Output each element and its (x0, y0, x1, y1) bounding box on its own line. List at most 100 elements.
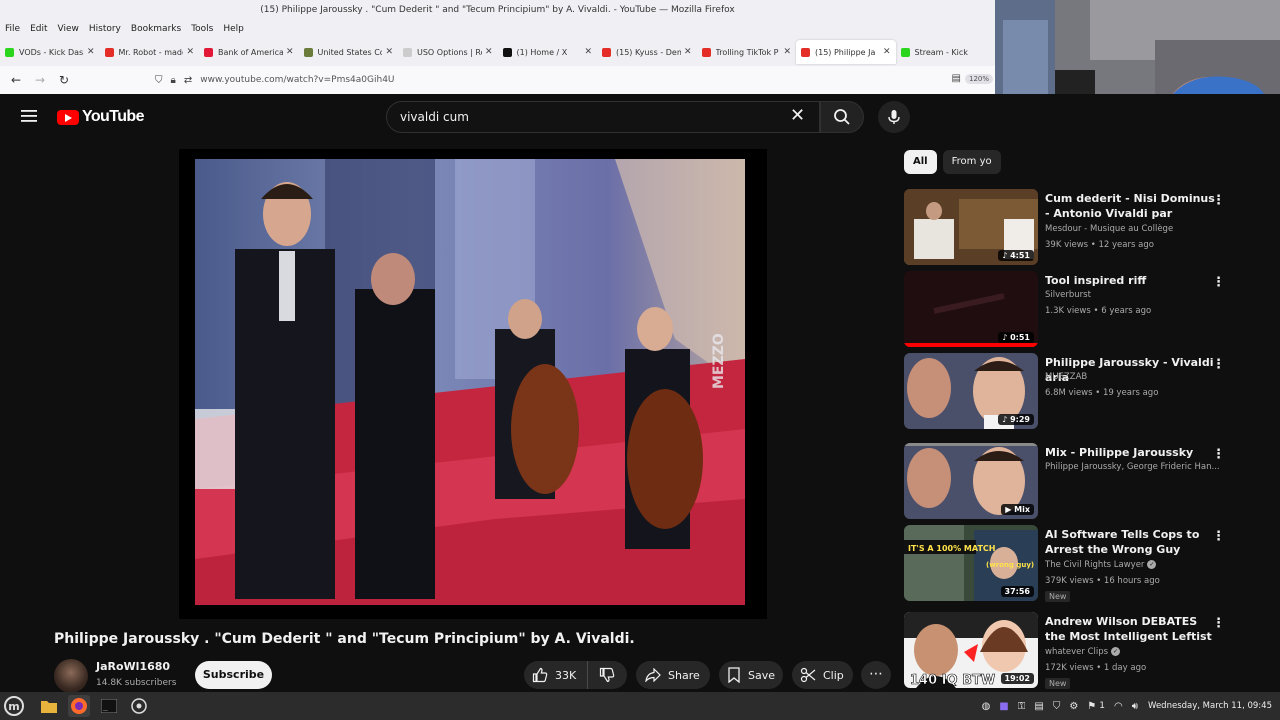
video-player[interactable]: MEZZO (179, 149, 767, 619)
folder-icon[interactable] (38, 695, 60, 717)
menu-view[interactable]: View (53, 20, 84, 38)
more-vertical-icon[interactable]: ⋮ (1212, 529, 1225, 544)
search-input[interactable]: vivaldi cum (386, 101, 820, 133)
recommendation-item[interactable]: 140 IQ BTW 19:02 Andrew Wilson DEBATES t… (904, 612, 1234, 692)
video-thumbnail[interactable]: 140 IQ BTW 19:02 (904, 612, 1038, 688)
close-icon[interactable]: ✕ (286, 47, 294, 57)
browser-tab[interactable]: (1) Home / X ✕ (498, 40, 598, 64)
chip-all[interactable]: All (904, 150, 937, 174)
hamburger-menu-icon[interactable] (20, 107, 38, 125)
volume-icon[interactable]: 🔊︎ (1132, 701, 1138, 712)
recommendation-title[interactable]: Andrew Wilson DEBATES the Most Intellige… (1045, 614, 1215, 644)
close-icon[interactable]: ✕ (684, 47, 692, 57)
recommendation-channel[interactable]: Philippe Jaroussky, George Frideric Han.… (1045, 462, 1220, 472)
video-thumbnail[interactable]: ▶ Mix (904, 443, 1038, 519)
zoom-level[interactable]: 120% (964, 74, 993, 84)
close-icon[interactable]: ✕ (485, 47, 493, 57)
recommendation-item[interactable]: ▶ Mix Mix - Philippe Jaroussky Philippe … (904, 443, 1234, 523)
dislike-button[interactable] (588, 667, 626, 683)
save-button[interactable]: Save (719, 661, 783, 689)
chip-from-channel[interactable]: From yo (942, 150, 1001, 174)
url-bar[interactable]: ⛉ 🔒︎ ⇄ www.youtube.com/watch?v=Pms4a0Gih… (155, 70, 935, 90)
recommendation-title[interactable]: Mix - Philippe Jaroussky (1045, 445, 1215, 460)
recommendation-channel[interactable]: Mesdour - Musique au Collège (1045, 224, 1220, 234)
menu-help[interactable]: Help (218, 20, 249, 38)
terminal-icon[interactable]: _ (98, 695, 120, 717)
shield-icon[interactable]: ⛉ (155, 75, 163, 86)
menu-file[interactable]: File (0, 20, 25, 38)
menu-bookmarks[interactable]: Bookmarks (126, 20, 186, 38)
close-icon[interactable]: ✕ (87, 47, 95, 57)
browser-tab[interactable]: Trolling TikTok P ✕ (697, 40, 797, 64)
close-icon[interactable]: ✕ (584, 47, 592, 57)
more-actions-icon[interactable]: ⋯ (861, 661, 891, 689)
share-button[interactable]: Share (636, 661, 710, 689)
video-thumbnail[interactable]: ♪ 0:51 (904, 271, 1038, 347)
video-thumbnail[interactable]: IT'S A 100% MATCH (wrong guy) 37:56 (904, 525, 1038, 601)
permissions-icon[interactable]: ⇄ (184, 75, 192, 86)
more-vertical-icon[interactable]: ⋮ (1212, 193, 1225, 208)
recommendation-channel[interactable]: Silverburst (1045, 290, 1220, 300)
browser-tab[interactable]: VODs - Kick Dash ✕ (0, 40, 100, 64)
clock[interactable]: Wednesday, March 11, 09:45 (1148, 701, 1272, 711)
url-text[interactable]: www.youtube.com/watch?v=Pms4a0Gih4U (200, 75, 394, 85)
recommendation-item[interactable]: ♪ 0:51 Tool inspired riff Silverburst 1.… (904, 271, 1234, 351)
video-thumbnail[interactable]: ♪ 9:29 (904, 353, 1038, 429)
close-icon[interactable]: ✕ (186, 47, 194, 57)
recommendation-item[interactable]: IT'S A 100% MATCH (wrong guy) 37:56 AI S… (904, 525, 1234, 605)
close-icon[interactable]: ✕ (783, 47, 791, 57)
youtube-logo[interactable]: YouTube (57, 108, 144, 126)
more-vertical-icon[interactable]: ⋮ (1212, 275, 1225, 290)
recommendation-channel[interactable]: whatever Clips ✓ (1045, 647, 1220, 657)
browser-tab[interactable]: Mr. Robot - made ✕ (100, 40, 200, 64)
more-vertical-icon[interactable]: ⋮ (1212, 616, 1225, 631)
close-icon[interactable]: ✕ (883, 47, 891, 57)
more-vertical-icon[interactable]: ⋮ (1212, 357, 1225, 372)
subscribe-button[interactable]: Subscribe (195, 661, 272, 689)
firefox-icon[interactable] (68, 695, 90, 717)
close-icon[interactable]: ✕ (385, 47, 393, 57)
clip-button[interactable]: Clip (792, 661, 853, 689)
search-button[interactable] (820, 101, 864, 133)
channel-avatar[interactable] (54, 659, 88, 693)
menu-tools[interactable]: Tools (186, 20, 218, 38)
voice-search-button[interactable] (878, 101, 910, 133)
start-menu-icon[interactable]: m (4, 696, 24, 716)
reload-icon[interactable]: ↻ (52, 73, 76, 87)
notification-icon[interactable]: ⚑ (1087, 701, 1096, 712)
browser-tab[interactable]: United States Co ✕ (299, 40, 399, 64)
wifi-icon[interactable]: ◠ (1114, 701, 1123, 712)
clear-search-icon[interactable]: ✕ (790, 104, 805, 128)
menu-edit[interactable]: Edit (25, 20, 52, 38)
reader-view-icon[interactable]: ▤ (952, 73, 961, 84)
more-vertical-icon[interactable]: ⋮ (1212, 447, 1225, 462)
browser-tab[interactable]: Bank of America ✕ (199, 40, 299, 64)
browser-tab-active[interactable]: (15) Philippe Ja ✕ (796, 40, 896, 64)
shield-tray-icon[interactable]: ⛉ (1053, 701, 1061, 712)
browser-tab[interactable]: Stream - Kick (896, 40, 996, 64)
back-arrow-icon[interactable]: ← (4, 73, 28, 87)
video-frame[interactable]: MEZZO (195, 159, 745, 605)
recommendation-title[interactable]: Cum dederit - Nisi Dominus - Antonio Viv… (1045, 191, 1215, 221)
recommendation-item[interactable]: ♪ 9:29 Philippe Jaroussky - Vivaldi aria… (904, 353, 1234, 433)
recommendation-title[interactable]: AI Software Tells Cops to Arrest the Wro… (1045, 527, 1215, 557)
recommendation-channel[interactable]: The Civil Rights Lawyer ✓ (1045, 560, 1220, 570)
browser-tab[interactable]: (15) Kyuss - Dem ✕ (597, 40, 697, 64)
clipboard-icon[interactable]: ▤ (1034, 701, 1043, 712)
settings-tray-icon[interactable]: ⚙ (1069, 701, 1078, 712)
obs-tray-icon[interactable]: ◍ (982, 701, 991, 712)
recommendation-channel[interactable]: MUEZZAB (1045, 372, 1220, 382)
tab-label: United States Co (317, 47, 383, 57)
obs-icon[interactable] (128, 695, 150, 717)
video-thumbnail[interactable]: ♪ 4:51 (904, 189, 1038, 265)
app-tray-icon[interactable]: ■ (999, 701, 1008, 712)
menu-history[interactable]: History (84, 20, 126, 38)
forward-arrow-icon[interactable]: → (28, 73, 52, 87)
lock-tray-icon[interactable]: ⚿ (1018, 701, 1026, 712)
lock-icon[interactable]: 🔒︎ (171, 75, 176, 86)
browser-tab[interactable]: USO Options | Robi✕ (398, 40, 498, 64)
like-button[interactable]: 33K (524, 661, 588, 689)
channel-name[interactable]: JaRoWl1680 (96, 660, 170, 673)
recommendation-item[interactable]: ♪ 4:51 Cum dederit - Nisi Dominus - Anto… (904, 189, 1234, 269)
recommendation-title[interactable]: Tool inspired riff (1045, 273, 1215, 288)
